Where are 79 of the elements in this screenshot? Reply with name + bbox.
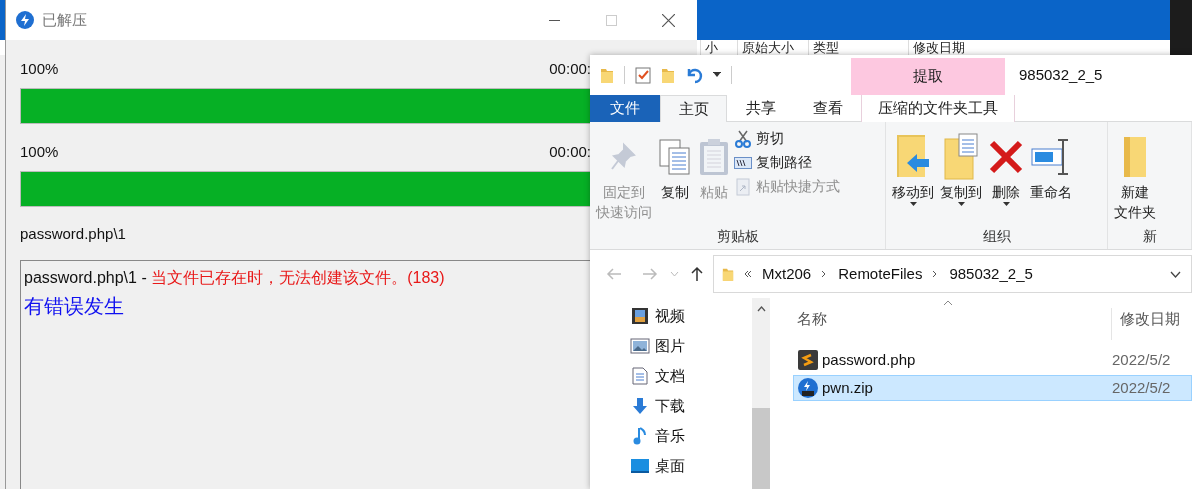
ribbon-tab[interactable]: 主页 [660,95,727,122]
minimize-icon [549,19,560,21]
ribbon-button[interactable]: 移动到 [890,132,936,226]
nav-item[interactable]: 文档 [630,366,752,386]
scroll-up-icon[interactable] [756,306,766,312]
scissors-icon [735,129,751,148]
nav-item[interactable]: 图片 [630,336,752,356]
app-logo-icon [16,11,34,29]
music-note-icon [633,427,647,445]
chevron-double-icon [744,270,752,278]
copy-icon [658,138,692,176]
ribbon-button[interactable]: 复制到 [938,132,984,226]
chevron-right-icon [932,270,938,278]
file-name: pwn.zip [822,377,874,398]
progress-percent: 100% [20,59,59,79]
elapsed-time: 00:00: [549,59,591,79]
nav-item[interactable]: 视频 [630,306,752,326]
column-header[interactable]: 修改日期 [1111,307,1180,340]
clipboard-icon [698,137,730,177]
new-folder-icon [661,66,675,84]
image-icon [630,338,650,354]
copy-folder-icon [941,133,981,181]
document-icon [632,367,648,385]
ribbon-tab[interactable]: 共享 [727,95,794,122]
properties-icon[interactable] [635,66,651,84]
ribbon-tab[interactable]: 查看 [794,95,861,122]
log-line: 有错误发生 [24,294,124,319]
back-arrow-icon[interactable] [606,268,622,280]
shortcut-icon [736,177,750,196]
nav-item[interactable]: 桌面 [630,456,752,476]
ribbon-button[interactable]: 复制 [656,132,694,226]
window-title: 已解压 [42,9,87,30]
log-line: password.php\1 - 当文件已存在时，无法创建该文件。(183) [24,268,445,288]
ribbon-tab[interactable]: 文件 [590,95,660,122]
dropdown-icon[interactable] [713,72,721,78]
film-icon [631,307,649,325]
desktop-icon [630,458,650,474]
window-title: 985032_2_5 [1019,64,1103,85]
nav-item[interactable]: 音乐 [630,426,752,446]
chevron-right-icon [821,270,827,278]
undo-icon[interactable] [685,66,703,84]
pin-icon [609,142,639,172]
archive-icon [798,378,818,398]
folder-icon [600,66,614,84]
download-arrow-icon [631,397,649,415]
ribbon-button[interactable]: 复制路径 [734,152,840,173]
breadcrumb[interactable]: Mxt206 [762,262,812,286]
breadcrumb[interactable]: 985032_2_5 [949,262,1033,286]
address-bar[interactable]: Mxt206 RemoteFiles 985032_2_5 [713,255,1192,293]
path-icon [734,156,752,169]
scroll-thumb[interactable] [752,408,770,489]
current-file: password.php\1 [20,224,126,244]
breadcrumb[interactable]: RemoteFiles [838,262,923,286]
folder-icon [722,266,734,282]
maximize-icon [606,14,617,26]
forward-arrow-icon[interactable] [642,268,658,280]
ribbon-button[interactable]: 剪切 [734,128,840,149]
ribbon-tab[interactable]: 压缩的文件夹工具 [861,95,1015,122]
nav-item[interactable]: 下载 [630,396,752,416]
file-row[interactable]: pwn.zip 2022/5/2 [793,375,1192,401]
close-icon [662,13,675,27]
file-date: 2022/5/2 [1112,377,1171,398]
ribbon-group-label: 剪贴板 [715,227,760,246]
ribbon-button[interactable]: 新建 文件夹 [1112,132,1158,226]
elapsed-time: 00:00: [549,142,591,162]
ribbon-button[interactable]: 删除 [986,132,1026,226]
chevron-down-icon[interactable] [1170,270,1181,278]
file-row[interactable]: password.php 2022/5/2 [793,347,1192,373]
progress-percent: 100% [20,142,59,162]
file-date: 2022/5/2 [1112,349,1171,370]
ribbon-group-label: 新 [1141,227,1158,246]
ribbon-group-label: 组织 [981,227,1012,246]
column-header[interactable]: 名称 [793,307,1111,340]
code-file-icon [798,350,818,370]
context-tab-header: 提取 [851,58,1005,95]
file-name: password.php [822,349,917,370]
up-arrow-icon[interactable] [691,266,703,282]
ribbon-button[interactable]: 重命名 [1028,132,1074,226]
delete-x-icon [988,139,1024,175]
